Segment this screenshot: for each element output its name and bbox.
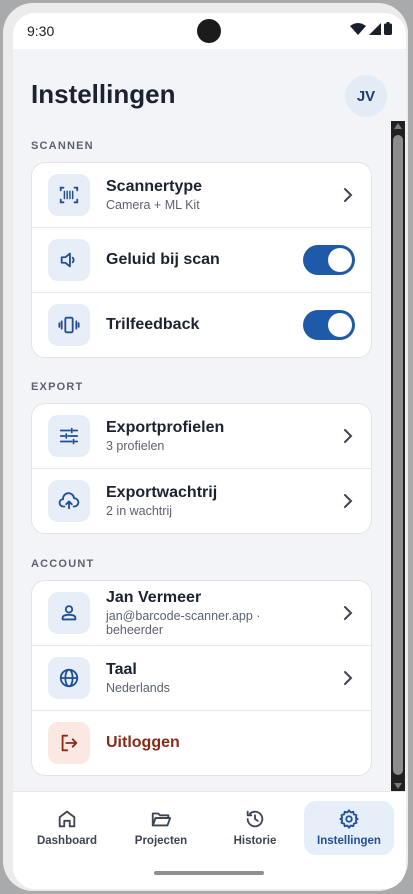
tile-exportprofielen	[48, 415, 90, 457]
settings-row-uitloggen[interactable]: Uitloggen	[32, 711, 371, 775]
sliders-icon	[59, 427, 79, 445]
nav-label: Projecten	[134, 835, 188, 847]
chevron-right-icon	[344, 671, 353, 685]
home-icon	[58, 810, 76, 828]
nav-label: Dashboard	[36, 835, 98, 847]
page-title: Instellingen	[31, 79, 176, 109]
status-time: 9:30	[27, 23, 55, 39]
nav-item-projecten[interactable]: Projecten	[116, 801, 206, 855]
tile-uitloggen	[48, 722, 90, 764]
toggle-knob	[328, 313, 352, 337]
chevron-right-icon	[344, 494, 353, 508]
scroll-thumb[interactable]	[393, 135, 403, 775]
status-icons	[350, 22, 392, 35]
nav-label: Instellingen	[317, 835, 381, 847]
scroll-down-arrow-icon[interactable]	[394, 783, 402, 789]
settings-row-exportprofielen[interactable]: Exportprofielen 3 profielen	[32, 404, 371, 469]
chevron-right-icon	[344, 188, 353, 202]
settings-row-profiel[interactable]: Jan Vermeer jan@barcode-scanner.app · be…	[32, 581, 371, 646]
toggle-trilfeedback[interactable]	[303, 310, 355, 340]
row-title: Exportprofielen	[106, 419, 225, 436]
tile-geluid	[48, 239, 90, 281]
history-icon	[246, 810, 264, 828]
row-title: Uitloggen	[106, 734, 180, 751]
row-subtitle: 3 profielen	[106, 439, 165, 453]
row-title: Scannertype	[106, 178, 203, 195]
chevron-right-icon	[344, 429, 353, 443]
section-label-account: ACCOUNT	[31, 558, 95, 570]
gear-icon	[339, 809, 359, 829]
tile-exportwachtrij	[48, 480, 90, 522]
row-subtitle: jan@barcode-scanner.app · beheerder	[106, 609, 261, 637]
row-subtitle: Nederlands	[106, 681, 170, 695]
app-screen: 9:30 Instellingen JV SCANNEN Scannertype…	[13, 13, 406, 889]
globe-icon	[59, 668, 79, 688]
wifi-icon	[350, 22, 366, 35]
person-icon	[61, 605, 77, 621]
row-title: Trilfeedback	[106, 316, 200, 333]
scrollbar[interactable]	[391, 121, 405, 791]
signal-icon	[369, 22, 381, 35]
scroll-up-arrow-icon[interactable]	[394, 123, 402, 129]
row-subtitle: 2 in wachtrij	[106, 504, 172, 518]
toggle-geluid[interactable]	[303, 245, 355, 275]
logout-icon	[61, 734, 78, 752]
battery-icon	[384, 22, 392, 35]
folder-icon	[151, 812, 172, 827]
card-scannen: Scannertype Camera + ML Kit Geluid bij s…	[31, 162, 372, 358]
settings-row-trilfeedback: Trilfeedback	[32, 293, 371, 357]
tile-scannertype	[48, 174, 90, 216]
device-frame: 9:30 Instellingen JV SCANNEN Scannertype…	[3, 3, 408, 891]
tile-trilfeedback	[48, 304, 90, 346]
home-indicator[interactable]	[154, 871, 264, 875]
settings-row-scannertype[interactable]: Scannertype Camera + ML Kit	[32, 163, 371, 228]
settings-row-exportwachtrij[interactable]: Exportwachtrij 2 in wachtrij	[32, 469, 371, 533]
vibration-icon	[58, 316, 80, 334]
section-label-export: EXPORT	[31, 381, 84, 393]
avatar[interactable]: JV	[345, 75, 387, 117]
barcode-scan-icon	[59, 186, 79, 204]
nav-item-historie[interactable]: Historie	[210, 801, 300, 855]
row-title: Exportwachtrij	[106, 484, 218, 501]
cloud-upload-icon	[58, 492, 80, 510]
page-header: Instellingen JV	[13, 49, 406, 139]
row-subtitle: Camera + ML Kit	[106, 198, 200, 212]
bottom-navigation: Dashboard Projecten Historie Instellinge…	[13, 791, 406, 889]
tile-profiel	[48, 592, 90, 634]
toggle-knob	[328, 248, 352, 272]
row-title: Taal	[106, 661, 137, 678]
nav-item-dashboard[interactable]: Dashboard	[22, 801, 112, 855]
row-title: Geluid bij scan	[106, 251, 220, 268]
section-label-scannen: SCANNEN	[31, 140, 94, 152]
nav-item-instellingen[interactable]: Instellingen	[304, 801, 394, 855]
row-title: Jan Vermeer	[106, 589, 202, 606]
speaker-icon	[60, 252, 75, 268]
chevron-right-icon	[344, 606, 353, 620]
card-account: Jan Vermeer jan@barcode-scanner.app · be…	[31, 580, 372, 776]
nav-label: Historie	[233, 835, 277, 847]
camera-cutout	[197, 19, 221, 43]
settings-row-taal[interactable]: Taal Nederlands	[32, 646, 371, 711]
tile-taal	[48, 657, 90, 699]
card-export: Exportprofielen 3 profielen Exportwachtr…	[31, 403, 372, 534]
settings-row-geluid: Geluid bij scan	[32, 228, 371, 293]
status-bar: 9:30	[13, 13, 406, 49]
